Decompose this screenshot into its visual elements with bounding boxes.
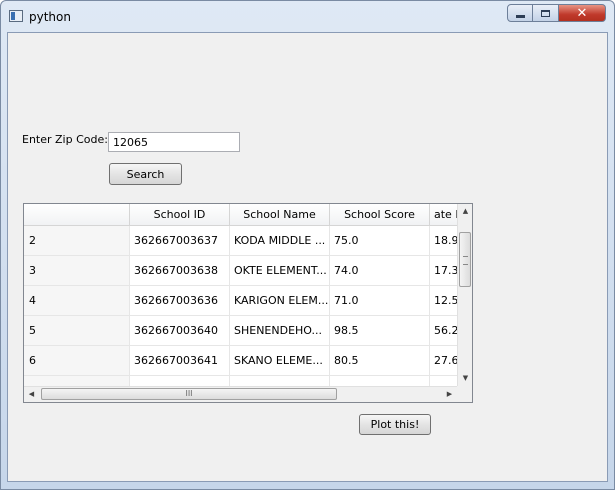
row-header[interactable]: 2 xyxy=(24,226,130,255)
cell-school-score[interactable]: 75.0 xyxy=(330,226,430,255)
table-body: 2 362667003637 KODA MIDDLE ... 75.0 18.9… xyxy=(24,226,457,402)
header-school-name[interactable]: School Name xyxy=(230,204,330,225)
search-button[interactable]: Search xyxy=(109,163,182,185)
header-school-id[interactable]: School ID xyxy=(130,204,230,225)
horizontal-scrollbar[interactable]: ◀ III ▶ xyxy=(24,386,457,402)
maximize-button[interactable] xyxy=(533,4,559,22)
cell-school-name[interactable]: SKANO ELEME... xyxy=(230,346,330,375)
table-row[interactable]: 4 362667003636 KARIGON ELEM... 71.0 12.5 xyxy=(24,286,457,316)
maximize-icon xyxy=(541,9,550,17)
row-header[interactable]: 6 xyxy=(24,346,130,375)
cell-school-name[interactable]: KARIGON ELEM... xyxy=(230,286,330,315)
row-header[interactable]: 3 xyxy=(24,256,130,285)
close-icon: ✕ xyxy=(576,5,588,21)
row-header[interactable]: 4 xyxy=(24,286,130,315)
horizontal-scroll-thumb[interactable]: III xyxy=(41,388,337,400)
plot-button[interactable]: Plot this! xyxy=(359,414,431,435)
cell-school-id[interactable]: 362667003637 xyxy=(130,226,230,255)
header-corner[interactable] xyxy=(24,204,130,225)
cell-truncated[interactable]: 17.3 xyxy=(430,256,457,285)
title-bar[interactable]: python ✕ xyxy=(1,1,614,31)
cell-school-score[interactable]: 98.5 xyxy=(330,316,430,345)
cell-truncated[interactable]: 12.5 xyxy=(430,286,457,315)
table-row[interactable]: 6 362667003641 SKANO ELEME... 80.5 27.6 xyxy=(24,346,457,376)
vertical-scroll-thumb[interactable] xyxy=(459,232,471,287)
cell-school-id[interactable]: 362667003636 xyxy=(130,286,230,315)
cell-school-score[interactable]: 71.0 xyxy=(330,286,430,315)
app-window: python ✕ Enter Zip Code: Search School I… xyxy=(0,0,615,490)
scrollbar-corner xyxy=(457,386,472,402)
table-row[interactable]: 3 362667003638 OKTE ELEMENT... 74.0 17.3 xyxy=(24,256,457,286)
scroll-right-icon[interactable]: ▶ xyxy=(442,387,457,402)
table-row[interactable]: 2 362667003637 KODA MIDDLE ... 75.0 18.9 xyxy=(24,226,457,256)
vertical-scrollbar[interactable]: ▲ ▼ xyxy=(457,204,472,386)
cell-truncated[interactable]: 18.9 xyxy=(430,226,457,255)
cell-school-score[interactable]: 74.0 xyxy=(330,256,430,285)
scroll-left-icon[interactable]: ◀ xyxy=(24,387,39,402)
minimize-button[interactable] xyxy=(507,4,533,22)
header-school-score[interactable]: School Score xyxy=(330,204,430,225)
results-table: School ID School Name School Score ate I… xyxy=(23,203,473,403)
app-icon xyxy=(9,10,23,22)
close-button[interactable]: ✕ xyxy=(559,4,606,22)
zip-code-input[interactable] xyxy=(108,132,240,152)
window-title: python xyxy=(29,10,71,24)
header-truncated[interactable]: ate I xyxy=(430,204,457,225)
cell-school-id[interactable]: 362667003638 xyxy=(130,256,230,285)
client-area: Enter Zip Code: Search School ID School … xyxy=(7,32,608,482)
scroll-down-icon[interactable]: ▼ xyxy=(458,371,472,386)
scroll-up-icon[interactable]: ▲ xyxy=(458,204,472,219)
cell-school-score[interactable]: 80.5 xyxy=(330,346,430,375)
zip-code-label: Enter Zip Code: xyxy=(22,133,108,146)
cell-school-name[interactable]: SHENENDEHO... xyxy=(230,316,330,345)
cell-school-id[interactable]: 362667003641 xyxy=(130,346,230,375)
cell-truncated[interactable]: 27.6 xyxy=(430,346,457,375)
minimize-icon xyxy=(515,14,525,18)
table-header: School ID School Name School Score ate I xyxy=(24,204,457,226)
table-row-partial[interactable] xyxy=(24,376,457,402)
cell-school-name[interactable]: KODA MIDDLE ... xyxy=(230,226,330,255)
table-row[interactable]: 5 362667003640 SHENENDEHO... 98.5 56.2 xyxy=(24,316,457,346)
cell-truncated[interactable]: 56.2 xyxy=(430,316,457,345)
row-header[interactable]: 5 xyxy=(24,316,130,345)
cell-school-name[interactable]: OKTE ELEMENT... xyxy=(230,256,330,285)
cell-school-id[interactable]: 362667003640 xyxy=(130,316,230,345)
